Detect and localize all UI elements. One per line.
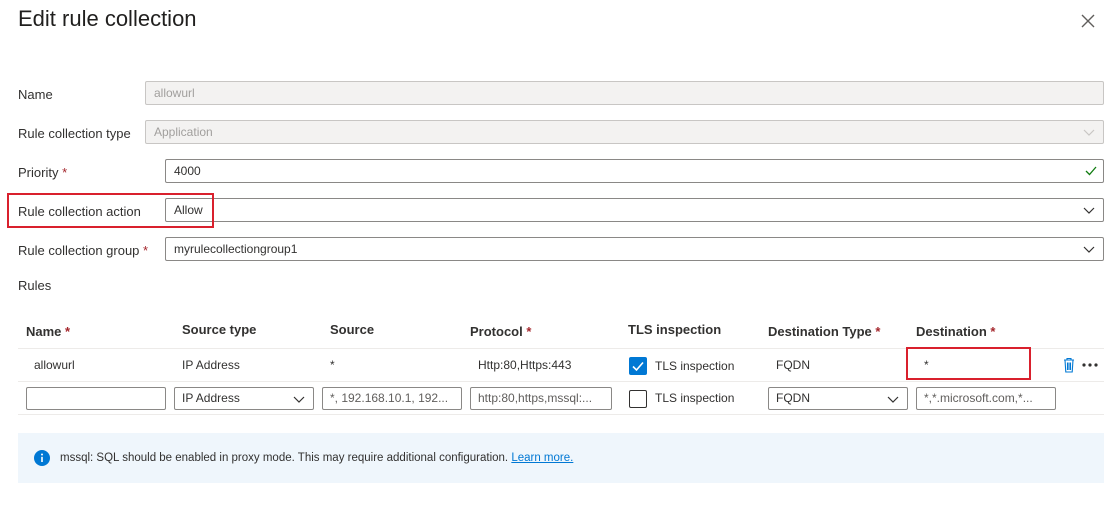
highlight-box-action <box>7 193 214 228</box>
row1-protocol: Http:80,Https:443 <box>478 358 572 372</box>
priority-label-text: Priority <box>18 165 59 180</box>
required-marker: * <box>990 324 996 339</box>
column-header-destination-type: Destination Type * <box>768 324 880 339</box>
chevron-down-icon <box>1083 246 1095 253</box>
info-icon <box>34 450 50 466</box>
name-field: allowurl <box>145 81 1104 105</box>
column-destination-text: Destination <box>916 324 987 339</box>
rule-collection-group-value: myrulecollectiongroup1 <box>174 242 298 256</box>
required-marker: * <box>143 243 149 258</box>
info-message-text: mssql: SQL should be enabled in proxy mo… <box>60 452 509 464</box>
rule-collection-action-select[interactable]: Allow <box>165 198 1104 222</box>
new-rule-destination-type-value: FQDN <box>776 391 810 405</box>
checkmark-icon <box>632 361 644 372</box>
column-name-text: Name <box>26 324 62 339</box>
row1-tls-label: TLS inspection <box>655 359 735 373</box>
required-marker: * <box>875 324 881 339</box>
column-header-source: Source <box>330 322 375 337</box>
rule-collection-type-label: Rule collection type <box>18 126 131 141</box>
delete-icon[interactable] <box>1062 357 1076 373</box>
highlight-box-destination <box>906 347 1031 380</box>
close-icon[interactable] <box>1078 11 1098 31</box>
rule-collection-group-label: Rule collection group * <box>18 243 148 258</box>
priority-label: Priority * <box>18 165 67 180</box>
rules-section-label: Rules <box>18 278 52 293</box>
new-rule-destination-input[interactable]: *,*.microsoft.com,*... <box>916 387 1056 410</box>
new-rule-name-input[interactable] <box>26 387 166 410</box>
priority-value: 4000 <box>174 164 201 178</box>
chevron-down-icon <box>293 396 305 403</box>
row1-name: allowurl <box>34 358 75 372</box>
panel-title: Edit rule collection <box>18 6 197 31</box>
row-divider <box>18 414 1104 415</box>
new-rule-protocol-input[interactable]: http:80,https,mssql:... <box>470 387 612 410</box>
required-marker: * <box>526 324 532 339</box>
column-header-destination: Destination * <box>916 324 995 339</box>
chevron-down-icon <box>887 396 899 403</box>
required-marker: * <box>65 324 71 339</box>
new-rule-source-input[interactable]: *, 192.168.10.1, 192... <box>322 387 462 410</box>
chevron-down-icon <box>1083 207 1095 214</box>
required-marker: * <box>62 165 68 180</box>
new-rule-source-type-select[interactable]: IP Address <box>174 387 314 410</box>
row1-source-type: IP Address <box>182 358 240 372</box>
info-message: mssql: SQL should be enabled in proxy mo… <box>60 452 573 464</box>
column-header-tls-inspection: TLS inspection <box>628 322 722 337</box>
row1-destination-type: FQDN <box>776 358 810 372</box>
row1-tls-checkbox[interactable] <box>629 357 647 375</box>
rule-collection-group-select[interactable]: myrulecollectiongroup1 <box>165 237 1104 261</box>
more-options-icon[interactable] <box>1081 362 1099 368</box>
rule-collection-type-select: Application <box>145 120 1104 144</box>
name-label: Name <box>18 87 53 102</box>
new-rule-tls-label: TLS inspection <box>655 391 735 405</box>
group-label-text: Rule collection group <box>18 243 140 258</box>
new-rule-tls-checkbox[interactable] <box>629 390 647 408</box>
valid-check-icon <box>1085 166 1097 176</box>
new-rule-destination-type-select[interactable]: FQDN <box>768 387 908 410</box>
column-dest-type-text: Destination Type <box>768 324 872 339</box>
rule-collection-type-value: Application <box>154 125 213 139</box>
priority-input[interactable]: 4000 <box>165 159 1104 183</box>
new-rule-source-type-value: IP Address <box>182 391 240 405</box>
learn-more-link[interactable]: Learn more. <box>511 452 573 464</box>
column-protocol-text: Protocol <box>470 324 523 339</box>
row-divider <box>18 381 1104 382</box>
chevron-down-icon <box>1083 129 1095 136</box>
column-header-protocol: Protocol * <box>470 324 531 339</box>
column-header-source-type: Source type <box>182 322 257 337</box>
column-header-name: Name * <box>26 324 70 339</box>
row1-source: * <box>330 358 335 372</box>
